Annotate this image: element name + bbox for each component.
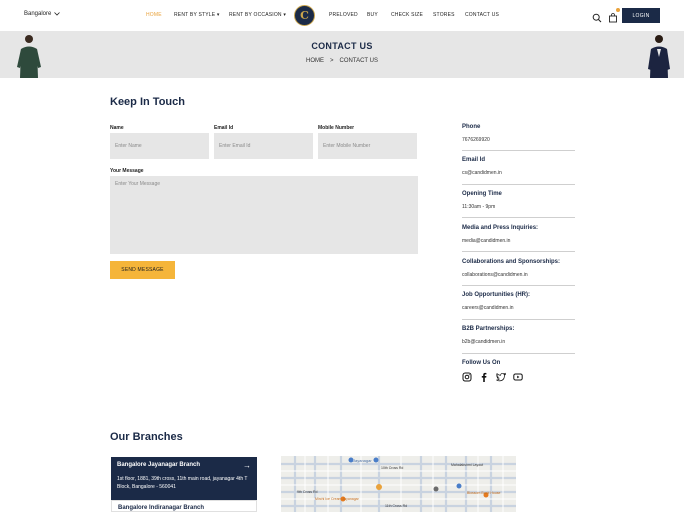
brand-logo[interactable]: C bbox=[294, 5, 315, 26]
breadcrumb-home[interactable]: HOME bbox=[306, 58, 324, 64]
banner-model-right-image bbox=[648, 35, 670, 78]
arrow-right-icon: → bbox=[243, 461, 251, 470]
search-icon[interactable] bbox=[592, 10, 602, 23]
cart-badge bbox=[616, 8, 620, 12]
nav-contact-us[interactable]: CONTACT US bbox=[465, 12, 499, 18]
branch-map[interactable]: Jayanagar 10th Cross Rd 9th Cross Rd Mah… bbox=[281, 456, 516, 512]
info-b2b-value[interactable]: b2b@candidmen.in bbox=[462, 339, 575, 345]
map-graphic: Jayanagar 10th Cross Rd 9th Cross Rd Mah… bbox=[281, 456, 516, 512]
info-collaborations: Collaborations and Sponsorships: collabo… bbox=[462, 259, 575, 278]
map-label-mahalakshmi: Mahalakshmi Layout bbox=[451, 463, 483, 467]
divider bbox=[462, 184, 575, 185]
branches-heading: Our Branches bbox=[110, 431, 183, 443]
twitter-icon[interactable] bbox=[496, 372, 506, 382]
nav-rent-by-occasion[interactable]: RENT BY OCCASION ▾ bbox=[229, 12, 286, 18]
breadcrumb-separator: > bbox=[330, 58, 334, 64]
info-careers-label: Job Opportunities (HR): bbox=[462, 292, 530, 298]
divider bbox=[462, 353, 575, 354]
message-field[interactable] bbox=[110, 176, 418, 254]
info-careers: Job Opportunities (HR): careers@candidme… bbox=[462, 292, 575, 311]
breadcrumb: HOME > CONTACT US bbox=[0, 58, 684, 64]
facebook-icon[interactable] bbox=[479, 372, 489, 382]
info-phone: Phone 7676269920 bbox=[462, 124, 575, 143]
message-label: Your Message bbox=[110, 168, 144, 174]
divider bbox=[462, 251, 575, 252]
cart-icon[interactable] bbox=[608, 8, 620, 23]
mobile-label: Mobile Number bbox=[318, 125, 355, 131]
info-media-value[interactable]: media@candidmen.in bbox=[462, 238, 575, 244]
form-heading: Keep In Touch bbox=[110, 96, 185, 108]
email-field[interactable] bbox=[214, 133, 313, 159]
nav-check-size[interactable]: CHECK SIZE bbox=[391, 12, 423, 18]
nav-home[interactable]: HOME bbox=[146, 12, 162, 18]
social-links bbox=[462, 372, 523, 382]
youtube-icon[interactable] bbox=[513, 372, 523, 382]
nav-buy[interactable]: BUY bbox=[367, 12, 378, 18]
nav-rent-by-style[interactable]: RENT BY STYLE ▾ bbox=[174, 12, 220, 18]
info-email-value[interactable]: cs@candidmen.in bbox=[462, 170, 575, 176]
login-button[interactable]: LOGIN bbox=[622, 8, 660, 23]
info-phone-label: Phone bbox=[462, 124, 481, 130]
instagram-icon[interactable] bbox=[462, 372, 472, 382]
name-field[interactable] bbox=[110, 133, 209, 159]
map-label-11th-cross: 11th Cross Rd bbox=[385, 504, 407, 508]
info-collab-value[interactable]: collaborations@candidmen.in bbox=[462, 272, 575, 278]
nav-stores[interactable]: STORES bbox=[433, 12, 455, 18]
email-label: Email Id bbox=[214, 125, 234, 131]
mobile-field[interactable] bbox=[318, 133, 417, 159]
info-careers-value[interactable]: careers@candidmen.in bbox=[462, 305, 575, 311]
info-opening-value: 11:30am - 9pm bbox=[462, 204, 496, 210]
map-label-10th-cross: 10th Cross Rd bbox=[381, 466, 403, 470]
info-phone-value[interactable]: 7676269920 bbox=[462, 137, 575, 143]
divider bbox=[462, 217, 575, 218]
main-nav: HOME RENT BY STYLE ▾ RENT BY OCCASION ▾ … bbox=[0, 12, 684, 20]
follow-us: Follow Us On bbox=[462, 360, 575, 366]
branch-card-indiranagar[interactable]: Bangalore Indiranagar Branch bbox=[111, 500, 257, 512]
site-header: Bangalore HOME RENT BY STYLE ▾ RENT BY O… bbox=[0, 0, 684, 31]
nav-preloved[interactable]: PRELOVED bbox=[329, 12, 358, 18]
page-title: CONTACT US bbox=[311, 41, 373, 51]
nav-rent-by-style-label: RENT BY STYLE bbox=[174, 12, 216, 18]
breadcrumb-current: CONTACT US bbox=[339, 58, 378, 64]
info-email: Email Id cs@candidmen.in bbox=[462, 157, 575, 176]
banner-model-left-image bbox=[17, 35, 41, 78]
info-email-label: Email Id bbox=[462, 157, 486, 163]
send-message-button[interactable]: SEND MESSAGE bbox=[110, 261, 175, 279]
info-opening-time: Opening Time 11:30am - 9pm bbox=[462, 191, 575, 210]
page-banner: CONTACT US HOME > CONTACT US bbox=[0, 31, 684, 78]
divider bbox=[462, 319, 575, 320]
name-label: Name bbox=[110, 125, 124, 131]
info-media: Media and Press Inquiries: media@candidm… bbox=[462, 225, 575, 244]
info-b2b: B2B Partnerships: b2b@candidmen.in bbox=[462, 326, 575, 345]
info-collab-label: Collaborations and Sponsorships: bbox=[462, 259, 561, 265]
map-label-9th-cross: 9th Cross Rd bbox=[297, 490, 317, 494]
info-b2b-label: B2B Partnerships: bbox=[462, 326, 515, 332]
branch-name: Bangalore Indiranagar Branch bbox=[118, 505, 205, 511]
branch-name: Bangalore Jayanagar Branch bbox=[117, 462, 201, 468]
info-opening-label: Opening Time bbox=[462, 191, 502, 197]
map-label-blossom: Blossom Book House bbox=[467, 491, 501, 495]
map-label-mirchi: Mirchi Ice Cream Jayanagar bbox=[315, 497, 360, 501]
nav-rent-by-occasion-label: RENT BY OCCASION bbox=[229, 12, 282, 18]
follow-us-label: Follow Us On bbox=[462, 360, 501, 366]
branch-address: 1st floor, 1881, 39th cross, 11th main r… bbox=[117, 476, 248, 490]
divider bbox=[462, 150, 575, 151]
info-media-label: Media and Press Inquiries: bbox=[462, 225, 539, 231]
divider bbox=[462, 285, 575, 286]
map-label-jayanagar: Jayanagar bbox=[353, 458, 372, 463]
branch-card-jayanagar[interactable]: Bangalore Jayanagar Branch 1st floor, 18… bbox=[111, 457, 257, 500]
logo-letter: C bbox=[300, 9, 309, 22]
